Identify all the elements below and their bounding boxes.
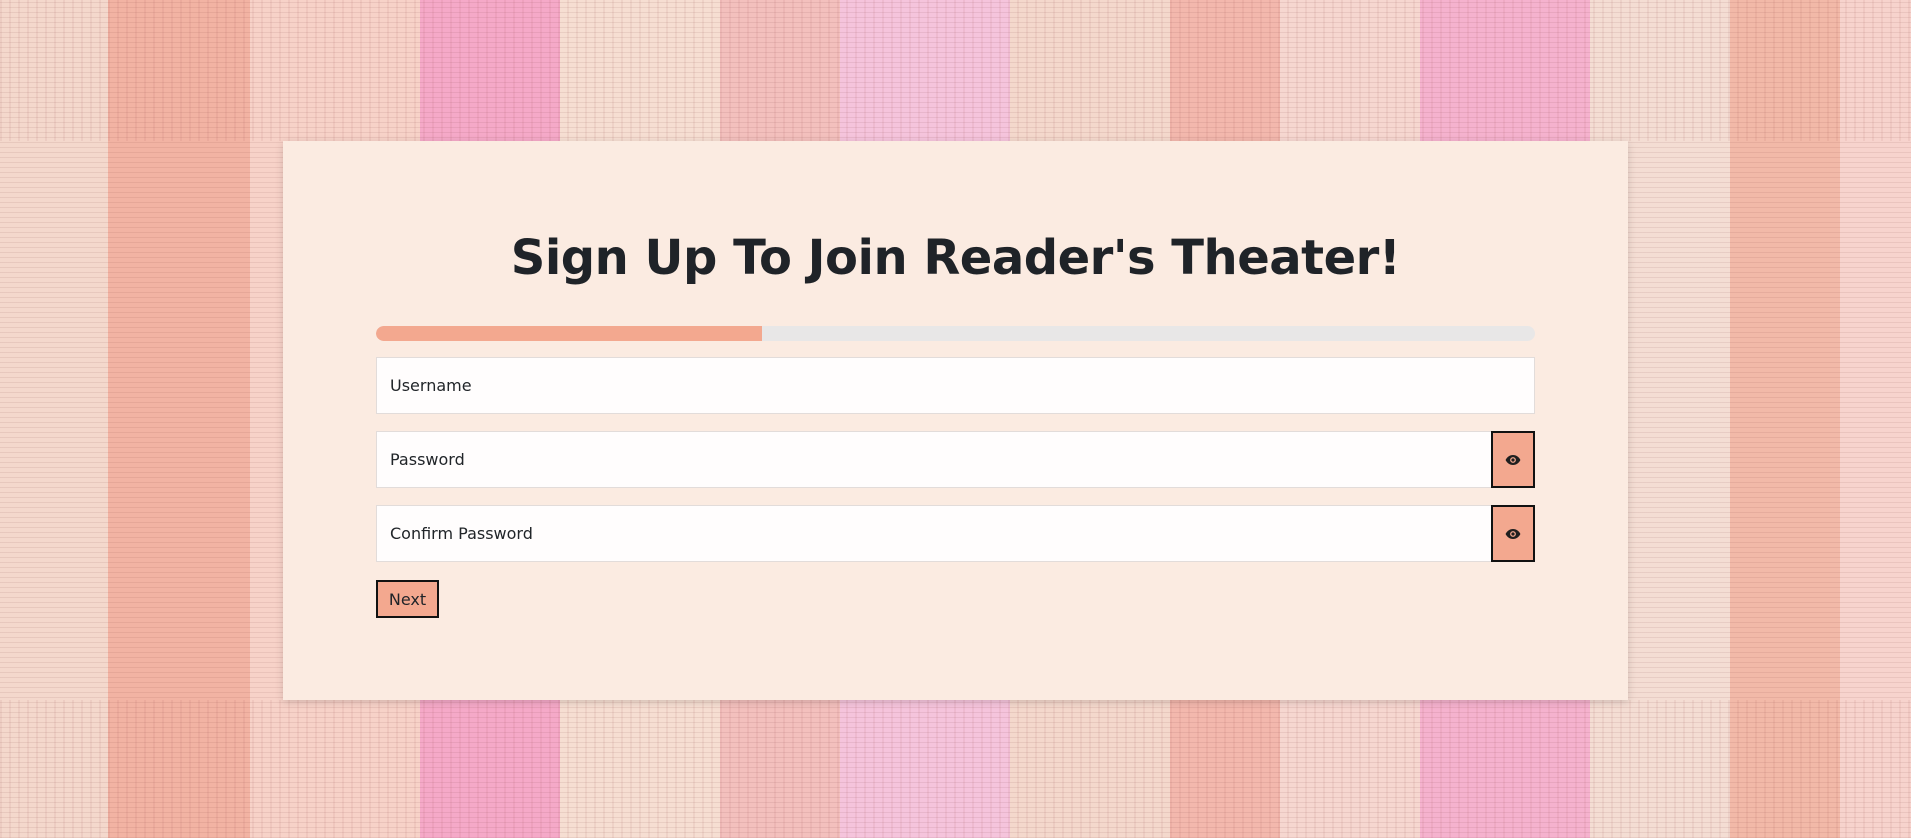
background-band-top bbox=[0, 0, 1911, 141]
signup-progress-fill bbox=[376, 326, 762, 341]
next-button[interactable]: Next bbox=[376, 580, 439, 618]
eye-icon bbox=[1505, 528, 1521, 539]
confirm-password-input[interactable] bbox=[377, 506, 1490, 561]
signup-progress-bar bbox=[376, 326, 1535, 341]
signup-card bbox=[283, 141, 1628, 700]
username-input[interactable] bbox=[377, 358, 1534, 413]
confirm-password-visibility-toggle[interactable] bbox=[1491, 505, 1535, 562]
password-field bbox=[376, 431, 1535, 488]
confirm-password-field bbox=[376, 505, 1535, 562]
password-visibility-toggle[interactable] bbox=[1491, 431, 1535, 488]
background-band-bottom bbox=[0, 700, 1911, 838]
page-title: Sign Up To Join Reader's Theater! bbox=[510, 230, 1401, 286]
password-input[interactable] bbox=[377, 432, 1490, 487]
eye-icon bbox=[1505, 454, 1521, 465]
username-field bbox=[376, 357, 1535, 414]
